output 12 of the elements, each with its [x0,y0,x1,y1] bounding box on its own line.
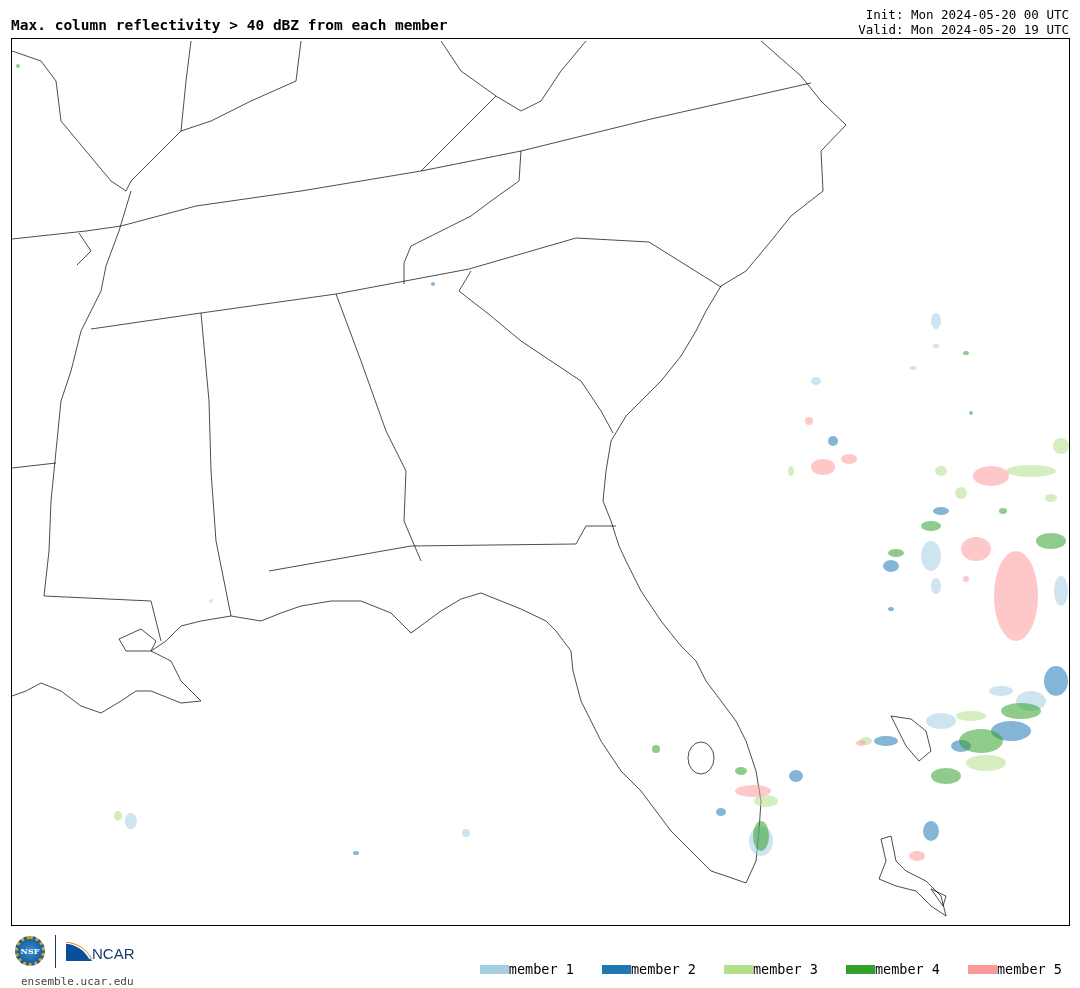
legend-label: member 3 [752,961,818,977]
plot-title: Max. column reflectivity > 40 dBZ from each member [11,17,448,35]
website-url: ensemble.ucar.edu [21,975,134,988]
init-time: Init: Mon 2024-05-20 00 UTC [865,7,1069,22]
legend-label: member 4 [874,961,940,977]
valid-time: Valid: Mon 2024-05-20 19 UTC [858,22,1069,37]
nsf-logo: NSF [15,936,45,966]
legend-label: member 2 [630,961,696,977]
ncar-logo-icon [66,941,92,961]
legend-label: member 5 [996,961,1062,977]
legend-label: member 1 [508,961,574,977]
ncar-logo-text: NCAR [92,945,135,961]
